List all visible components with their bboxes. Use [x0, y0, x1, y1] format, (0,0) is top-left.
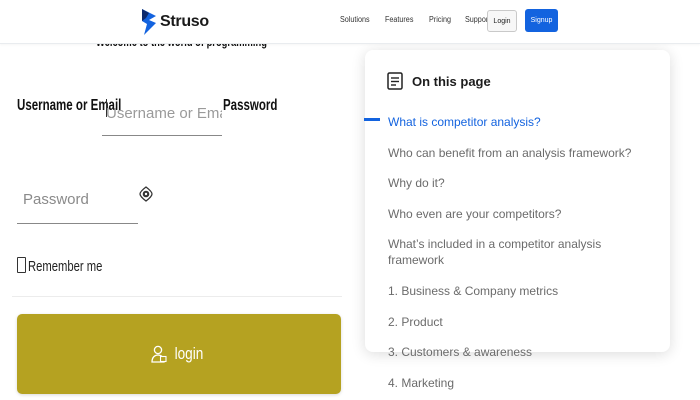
toc-item-whats-included[interactable]: What’s included in a competitor analysis… — [388, 236, 658, 268]
password-label: Password — [223, 97, 278, 114]
brand-logo[interactable]: Struso — [140, 8, 209, 36]
toc-item-who-can-benefit[interactable]: Who can benefit from an analysis framewo… — [388, 145, 658, 161]
login-submit-button[interactable]: login — [17, 314, 341, 394]
toc-item-marketing[interactable]: 4. Marketing — [388, 375, 658, 391]
toc-item-product[interactable]: 2. Product — [388, 314, 658, 330]
toc-item-business-metrics[interactable]: 1. Business & Company metrics — [388, 283, 658, 299]
top-nav-bar: Struso Solutions Features Pricing Suppor… — [0, 0, 700, 44]
toc-item-what-is-competitor-analysis[interactable]: What is competitor analysis? — [388, 114, 658, 130]
nav-solutions[interactable]: Solutions — [340, 15, 370, 24]
form-divider — [12, 296, 342, 297]
username-input[interactable] — [102, 92, 222, 136]
main-nav: Solutions Features Pricing Support — [340, 15, 505, 24]
header-signup-button[interactable]: Signup — [525, 9, 558, 32]
toc-title: On this page — [412, 73, 491, 89]
toc-card — [365, 50, 670, 352]
text-caret — [106, 99, 107, 117]
toc-item-who-are-competitors[interactable]: Who even are your competitors? — [388, 206, 658, 222]
login-button-label: login — [174, 344, 204, 363]
toc-header: On this page — [387, 72, 491, 90]
header-login-button[interactable]: Login — [487, 10, 517, 32]
nav-pricing[interactable]: Pricing — [429, 15, 451, 24]
remember-me-label[interactable]: Remember me — [28, 258, 102, 275]
toc-active-indicator — [364, 118, 380, 121]
show-password-eye-icon[interactable] — [139, 185, 153, 203]
struso-logo-icon — [142, 9, 156, 35]
remember-me-checkbox[interactable] — [17, 257, 26, 273]
brand-name: Struso — [160, 13, 209, 30]
nav-features[interactable]: Features — [385, 15, 413, 24]
user-icon — [151, 345, 167, 363]
password-input[interactable] — [17, 176, 138, 224]
document-icon — [387, 72, 403, 90]
toc-item-customers-awareness[interactable]: 3. Customers & awareness — [388, 344, 658, 360]
toc-item-why-do-it[interactable]: Why do it? — [388, 175, 658, 191]
